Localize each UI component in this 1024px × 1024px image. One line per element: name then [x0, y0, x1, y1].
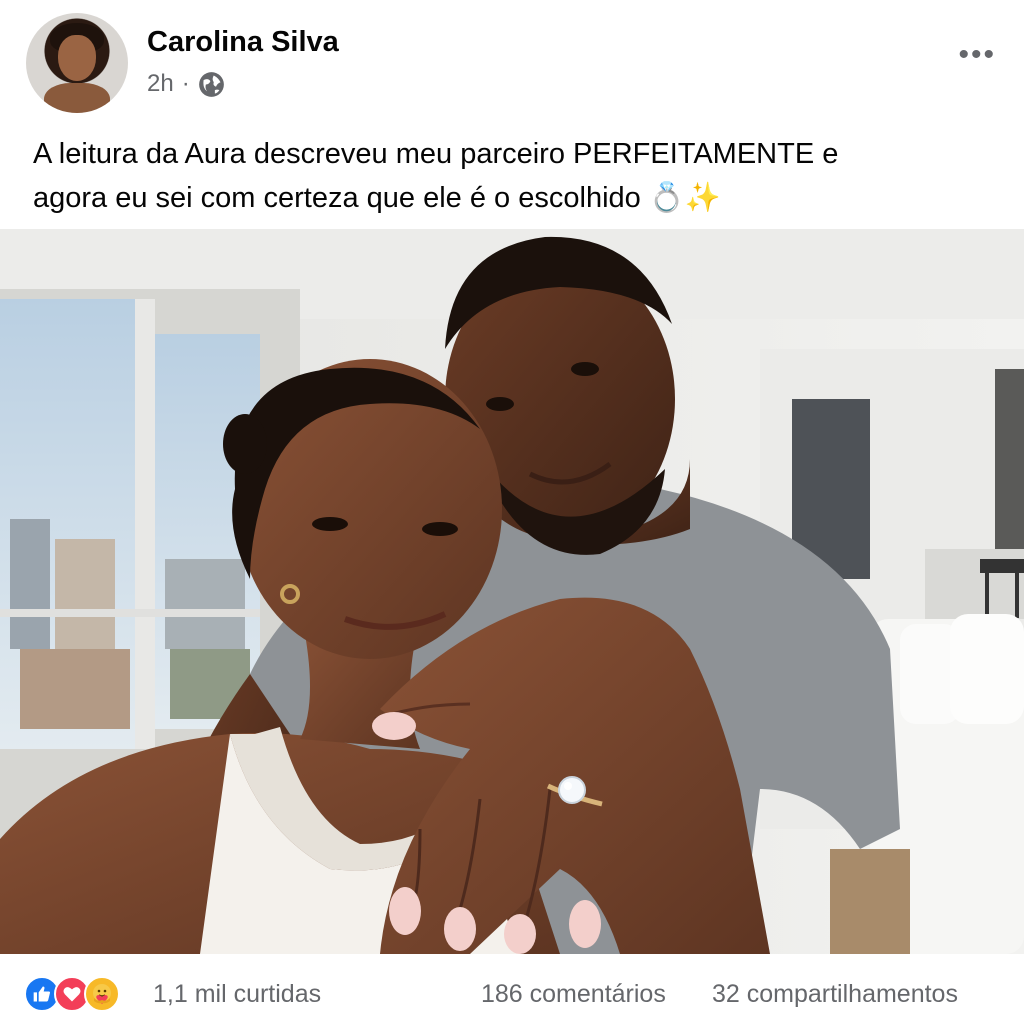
post-photo[interactable] [0, 229, 1024, 954]
shares-count[interactable]: 32 compartilhamentos [712, 980, 958, 1009]
post-text: A leitura da Aura descreveu meu parceiro… [33, 132, 993, 220]
avatar[interactable] [26, 13, 128, 113]
post-header: Carolina Silva 2h · ••• [0, 0, 1024, 120]
globe-icon[interactable] [198, 71, 225, 98]
reaction-icons[interactable] [24, 976, 120, 1012]
more-options-icon[interactable]: ••• [958, 38, 996, 72]
comments-count[interactable]: 186 comentários [481, 980, 666, 1009]
post-text-line-2: agora eu sei com certeza que ele é o esc… [33, 182, 722, 214]
author-name[interactable]: Carolina Silva [147, 26, 339, 59]
meta-separator: · [181, 70, 190, 97]
post-text-line-1: A leitura da Aura descreveu meu parceiro… [33, 138, 839, 170]
likes-count[interactable]: 1,1 mil curtidas [153, 980, 321, 1009]
couple-engagement-photo [0, 229, 1024, 954]
care-icon[interactable] [84, 976, 120, 1012]
post-time[interactable]: 2h [147, 70, 174, 98]
post-stats-bar: 1,1 mil curtidas 186 comentários 32 comp… [0, 956, 1024, 1024]
post-meta: 2h · [147, 70, 225, 98]
